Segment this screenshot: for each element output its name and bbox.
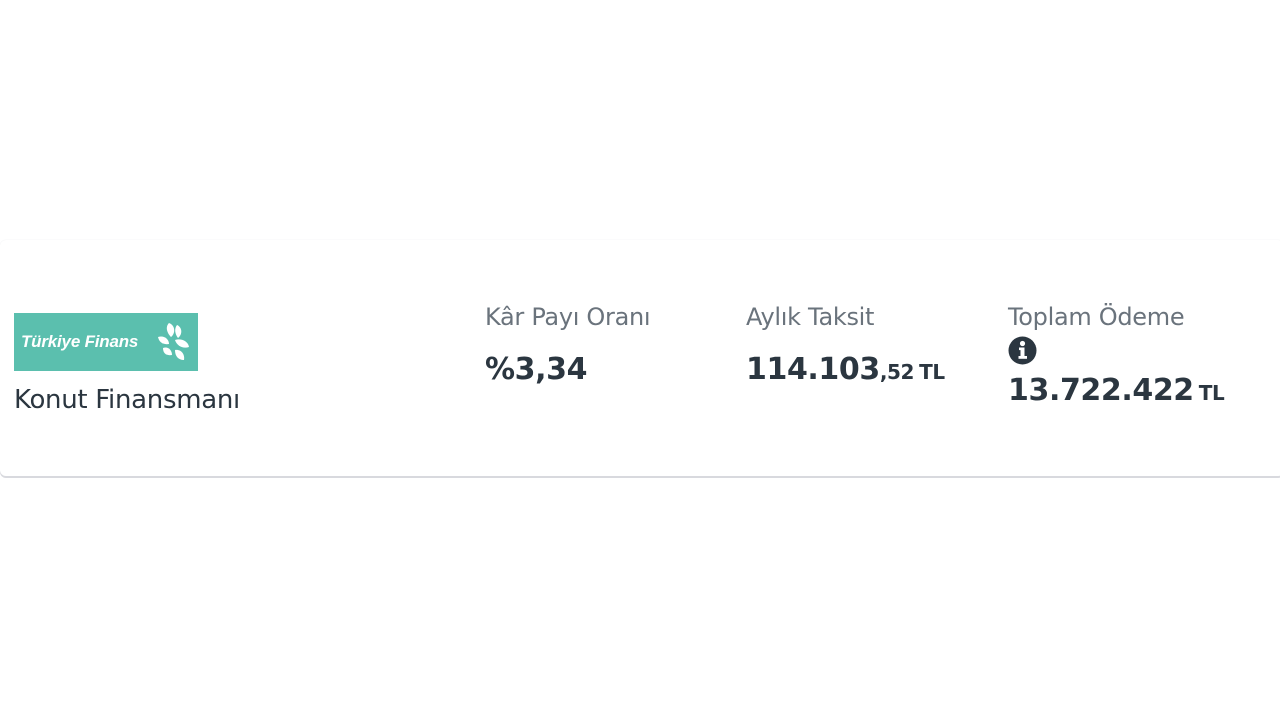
monthly-installment-fraction: ,52 (879, 360, 915, 384)
info-icon[interactable] (1008, 336, 1037, 365)
monthly-installment-label: Aylık Taksit (746, 303, 875, 331)
product-name: Konut Finansmanı (14, 385, 240, 415)
profit-rate-label: Kâr Payı Oranı (485, 303, 651, 331)
loan-offer-card[interactable]: Türkiye Finans Konut Finansmanı Kâr Payı… (0, 240, 1280, 476)
total-payment-unit: TL (1198, 381, 1225, 405)
total-payment-label: Toplam Ödeme (1008, 303, 1185, 331)
tulip-logo-icon (158, 323, 189, 360)
profit-rate-metric: Kâr Payı Oranı %3,34 (485, 300, 651, 389)
turkiye-finans-logo: Türkiye Finans (14, 313, 198, 371)
logo-text: Türkiye Finans (21, 332, 139, 351)
monthly-installment-value: 114.103,52 TL (746, 351, 945, 391)
total-payment-main: 13.722.422 (1008, 373, 1194, 408)
monthly-installment-main: 114.103 (746, 352, 880, 387)
profit-rate-value: %3,34 (485, 352, 588, 387)
total-payment-value: 13.722.422 TL (1008, 372, 1225, 412)
monthly-installment-metric: Aylık Taksit 114.103,52 TL (746, 300, 945, 391)
total-payment-metric: Toplam Ödeme 13.722.422 TL (1008, 300, 1225, 412)
monthly-installment-unit: TL (919, 360, 945, 384)
